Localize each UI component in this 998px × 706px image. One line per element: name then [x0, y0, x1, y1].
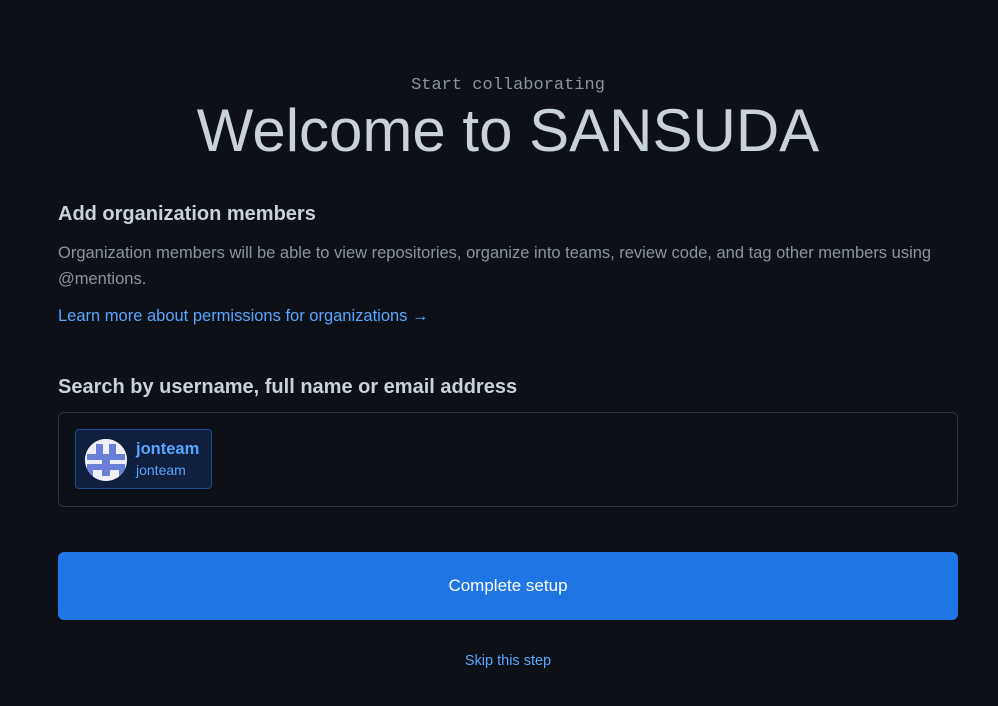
page-title: Welcome to SANSUDA [196, 97, 820, 164]
section-title: Add organization members [58, 203, 316, 225]
skip-step-link[interactable]: Skip this step [465, 653, 551, 669]
member-search-field[interactable]: jonteam jonteam [58, 412, 958, 507]
search-label: Search by username, full name or email a… [58, 376, 518, 398]
member-login: jonteam [136, 440, 200, 458]
page-eyebrow: Start collaborating [411, 76, 605, 95]
setup-page: Start collaborating Welcome to SANSUDA A… [58, 0, 958, 706]
learn-more-link[interactable]: Learn more about permissions for organiz… [58, 305, 429, 327]
section-description: Organization members will be able to vie… [58, 244, 932, 288]
complete-setup-button[interactable]: Complete setup [58, 552, 958, 620]
identicon-avatar [85, 439, 127, 481]
selected-member-chip[interactable]: jonteam jonteam [75, 429, 212, 489]
skip-step-container: Skip this step [58, 652, 958, 670]
member-name: jonteam [136, 462, 186, 478]
